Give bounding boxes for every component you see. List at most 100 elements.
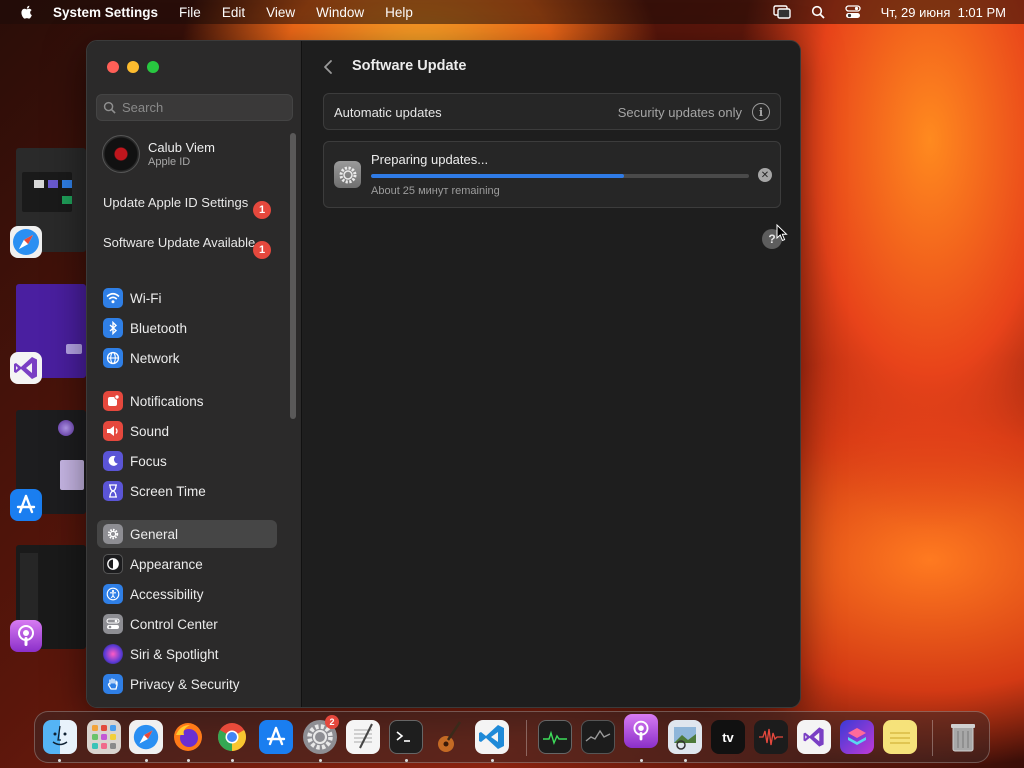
running-indicator xyxy=(319,759,322,762)
hand-icon xyxy=(103,674,123,694)
textedit-icon[interactable] xyxy=(346,720,380,754)
trash-icon[interactable] xyxy=(946,720,980,754)
menu-file[interactable]: File xyxy=(179,5,201,20)
sidebar-item-label: Network xyxy=(130,350,180,366)
info-icon[interactable]: i xyxy=(752,103,770,121)
search-input[interactable] xyxy=(122,100,282,115)
update-apple-id-settings-item[interactable]: Update Apple ID Settings xyxy=(103,195,273,211)
safari-icon[interactable] xyxy=(129,720,163,754)
bluetooth-icon xyxy=(103,318,123,338)
dock-divider xyxy=(526,720,527,756)
spotlight-search-icon[interactable] xyxy=(811,5,825,19)
sidebar-item-privacy-security[interactable]: Privacy & Security xyxy=(97,670,277,698)
wifi-icon xyxy=(103,288,123,308)
preview-icon[interactable] xyxy=(668,720,702,754)
time-remaining-text: About 25 минут remaining xyxy=(371,185,500,197)
voice-memos-icon[interactable] xyxy=(754,720,788,754)
apple-tv-label: tv xyxy=(722,729,734,745)
sidebar: Calub Viem Apple ID Update Apple ID Sett… xyxy=(87,41,302,707)
close-window-button[interactable] xyxy=(107,61,119,73)
mouse-cursor-icon xyxy=(776,224,788,242)
profile-name: Calub Viem xyxy=(148,140,215,155)
system-settings-window: Calub Viem Apple ID Update Apple ID Sett… xyxy=(86,40,801,708)
bell-icon xyxy=(103,391,123,411)
podcasts-icon[interactable] xyxy=(10,620,42,652)
apple-id-profile[interactable]: Calub Viem Apple ID xyxy=(102,135,215,173)
guitar-icon[interactable] xyxy=(432,720,466,754)
notification-badge: 2 xyxy=(325,715,339,729)
minimize-window-button[interactable] xyxy=(127,61,139,73)
profile-subtitle: Apple ID xyxy=(148,156,191,168)
update-status-text: Preparing updates... xyxy=(371,152,489,167)
page-title: Software Update xyxy=(352,58,467,74)
sidebar-item-label: Notifications xyxy=(130,393,204,409)
menu-app-name[interactable]: System Settings xyxy=(53,5,158,20)
sidebar-item-control-center[interactable]: Control Center xyxy=(97,610,277,638)
menu-clock[interactable]: Чт, 29 июня 1:01 PM xyxy=(881,5,1006,20)
screen-mirroring-icon[interactable] xyxy=(772,5,791,19)
running-indicator xyxy=(187,759,190,762)
gear-icon xyxy=(103,524,123,544)
hourglass-icon xyxy=(103,481,123,501)
menu-bar: System Settings File Edit View Window He… xyxy=(0,0,1024,24)
globe-icon xyxy=(103,348,123,368)
sidebar-scrollbar[interactable] xyxy=(290,133,296,419)
sidebar-item-label: Appearance xyxy=(130,556,203,572)
running-indicator xyxy=(58,759,61,762)
menu-view[interactable]: View xyxy=(266,5,295,20)
sidebar-item-label: Screen Time xyxy=(130,483,206,499)
siri-icon xyxy=(103,644,123,664)
alert-badge: 1 xyxy=(253,241,271,259)
sidebar-item-label: Siri & Spotlight xyxy=(130,646,219,662)
sidebar-item-accessibility[interactable]: Accessibility xyxy=(97,580,277,608)
sidebar-item-label: Bluetooth xyxy=(130,320,188,336)
chrome-icon[interactable] xyxy=(215,720,249,754)
menu-edit[interactable]: Edit xyxy=(222,5,245,20)
apple-tv-icon[interactable]: tv xyxy=(711,720,745,754)
apple-logo-icon[interactable] xyxy=(19,4,35,20)
sidebar-item-notifications[interactable]: Notifications xyxy=(97,387,277,415)
menu-help[interactable]: Help xyxy=(385,5,413,20)
running-indicator xyxy=(405,759,408,762)
menu-window[interactable]: Window xyxy=(316,5,364,20)
software-update-gear-icon xyxy=(334,161,361,188)
app-store-icon[interactable] xyxy=(259,720,293,754)
accessibility-icon xyxy=(103,584,123,604)
notes-icon[interactable] xyxy=(883,720,917,754)
running-indicator xyxy=(231,759,234,762)
shortcuts-icon[interactable] xyxy=(840,720,874,754)
running-indicator xyxy=(684,759,687,762)
stocks-icon[interactable] xyxy=(581,720,615,754)
automatic-updates-value: Security updates only xyxy=(617,105,742,120)
sidebar-item-wifi[interactable]: Wi-Fi xyxy=(97,284,277,312)
automatic-updates-row[interactable]: Automatic updates Security updates only … xyxy=(323,93,781,130)
sidebar-item-network[interactable]: Network xyxy=(97,344,277,372)
visual-studio-icon[interactable] xyxy=(10,352,42,384)
activity-monitor-icon[interactable] xyxy=(538,720,572,754)
finder-icon[interactable] xyxy=(43,720,77,754)
sidebar-item-appearance[interactable]: Appearance xyxy=(97,550,277,578)
sidebar-item-focus[interactable]: Focus xyxy=(97,447,277,475)
safari-icon[interactable] xyxy=(10,226,42,258)
firefox-icon[interactable] xyxy=(171,720,205,754)
zoom-window-button[interactable] xyxy=(147,61,159,73)
update-progress-bar xyxy=(371,174,749,178)
sidebar-item-siri-spotlight[interactable]: Siri & Spotlight xyxy=(97,640,277,668)
back-chevron-icon[interactable] xyxy=(321,58,335,76)
software-update-available-item[interactable]: Software Update Available xyxy=(103,235,273,251)
cancel-update-button[interactable]: ✕ xyxy=(758,168,772,182)
terminal-icon[interactable] xyxy=(389,720,423,754)
sidebar-item-sound[interactable]: Sound xyxy=(97,417,277,445)
sidebar-item-bluetooth[interactable]: Bluetooth xyxy=(97,314,277,342)
sidebar-item-screen-time[interactable]: Screen Time xyxy=(97,477,277,505)
vscode-icon[interactable] xyxy=(475,720,509,754)
sidebar-item-label: Sound xyxy=(130,423,170,439)
podcasts-icon[interactable] xyxy=(624,714,658,748)
launchpad-icon[interactable] xyxy=(87,720,121,754)
app-store-icon[interactable] xyxy=(10,489,42,521)
speaker-icon xyxy=(103,421,123,441)
control-center-icon[interactable] xyxy=(845,5,861,19)
sidebar-item-general[interactable]: General xyxy=(97,520,277,548)
search-field[interactable] xyxy=(96,94,293,121)
visual-studio-icon[interactable] xyxy=(797,720,831,754)
